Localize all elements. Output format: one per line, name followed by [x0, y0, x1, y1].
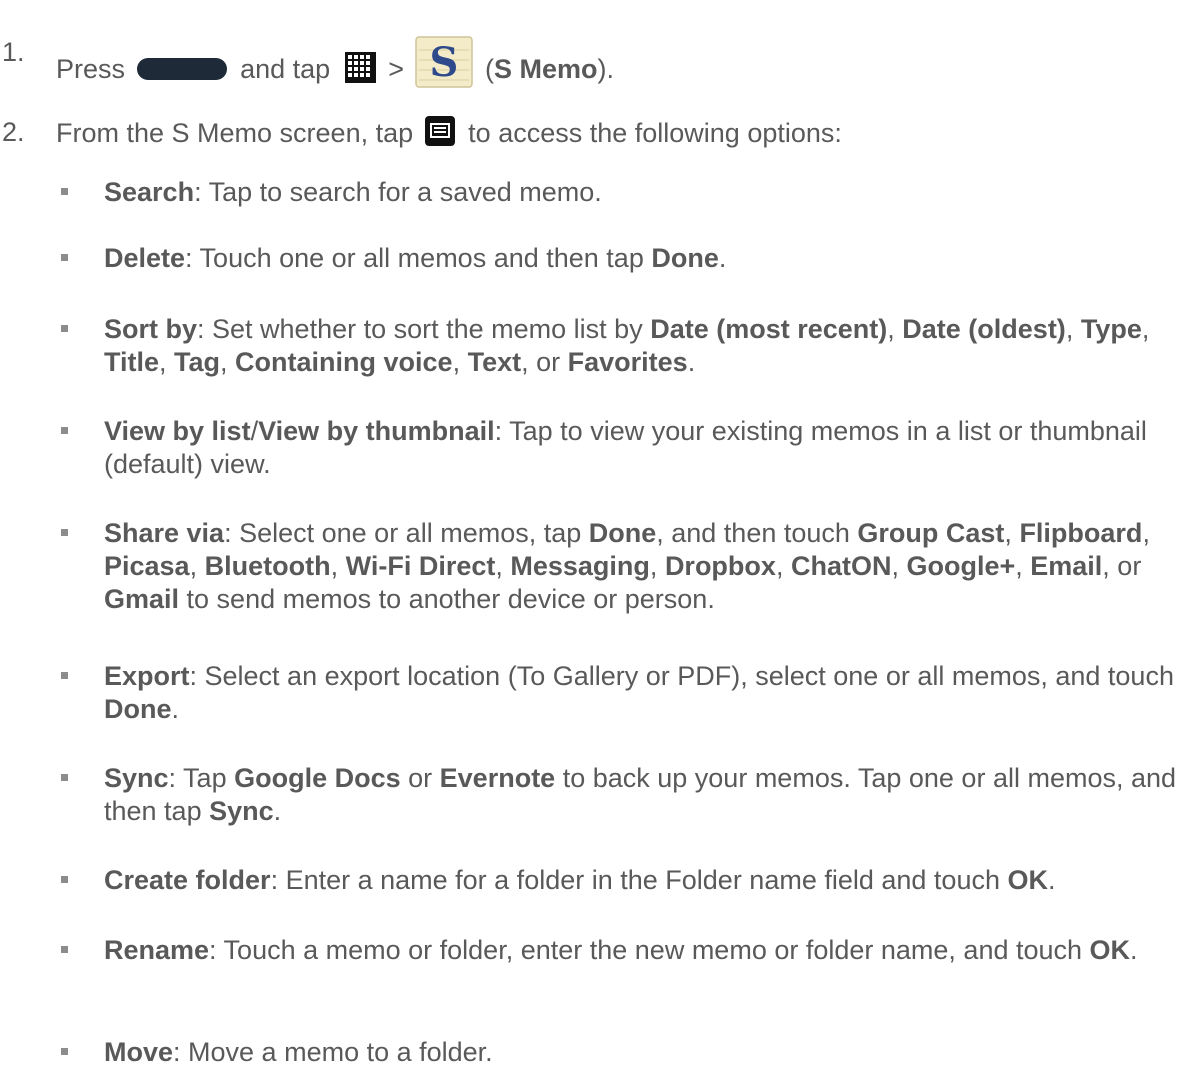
svg-text:S: S [430, 39, 459, 86]
and-tap-label: and tap [240, 54, 331, 84]
arrow-separator: > [388, 54, 404, 84]
bullet-marker [61, 672, 68, 679]
bullet-marker [61, 946, 68, 953]
bullet-marker [61, 529, 68, 536]
bullet-marker [61, 427, 68, 434]
bullet-marker [61, 774, 68, 781]
menu-key-icon [424, 116, 455, 146]
bullet-marker [61, 1048, 68, 1055]
home-button-icon [136, 57, 227, 80]
press-label: Press [56, 54, 126, 84]
step-1-text: Press and tap > S (S Memo). [56, 36, 614, 88]
bullet-marker [61, 188, 68, 195]
s-memo-icon: S [415, 36, 474, 88]
apps-grid-icon [344, 52, 376, 83]
step-number: 2. [2, 117, 25, 147]
step-2-text: From the S Memo screen, tap to access th… [56, 116, 842, 148]
bullet-marker [61, 325, 68, 332]
s-memo-label: S Memo [494, 54, 598, 84]
bullet-marker [61, 254, 68, 261]
step-number: 1. [2, 37, 25, 67]
bullet-marker [61, 876, 68, 883]
